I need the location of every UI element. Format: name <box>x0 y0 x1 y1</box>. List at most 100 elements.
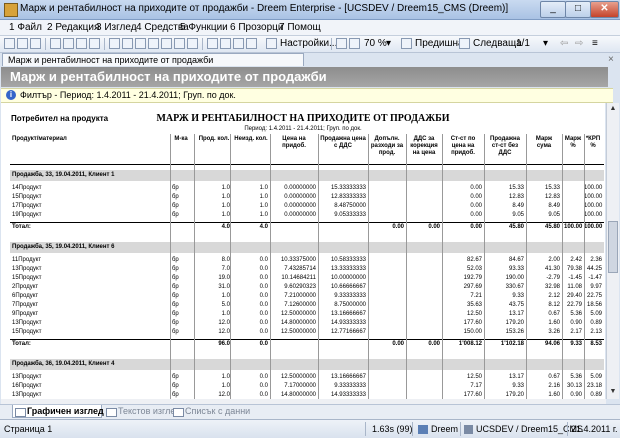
table-icon[interactable] <box>233 38 244 49</box>
report-title: МАРЖ И РЕНТАБИЛНОСТ НА ПРИХОДИТЕ ОТ ПРОД… <box>156 113 450 124</box>
save-icon[interactable] <box>30 38 41 49</box>
tab-text-view[interactable]: Текстов изглед <box>104 405 180 418</box>
table-cell: 179.20 <box>505 392 524 398</box>
chevron-down-icon[interactable]: ▾ <box>543 38 548 49</box>
table-cell: 192.79 <box>463 275 482 281</box>
new-icon[interactable] <box>4 38 15 49</box>
menu-view[interactable]: 3 Изглед <box>96 22 137 33</box>
table-cell: 0.00 <box>392 341 404 347</box>
total-row: Тотал: 4.0 4.0 0.00 0.00 0.00 45.80 45.80 100.00… <box>10 222 604 232</box>
chevron-down-icon[interactable]: ▾ <box>386 38 391 49</box>
table-cell: 0.0 <box>259 257 268 263</box>
scroll-down-icon[interactable]: ▼ <box>608 387 618 397</box>
table-cell: 7Продукт <box>12 302 39 308</box>
table-cell: 0.0 <box>259 392 268 398</box>
table-cell: 10.33375000 <box>280 257 316 263</box>
table-cell: 0.00 <box>428 341 440 347</box>
table-cell: 0.00 <box>470 194 482 200</box>
table-cell: 100.00 <box>584 203 603 209</box>
document-tab[interactable]: Марж и рентабилност на приходите от прод… <box>2 53 304 66</box>
close-button[interactable]: ✕ <box>590 1 619 18</box>
table-cell: 13Продукт <box>12 392 42 398</box>
column-divider <box>318 134 319 399</box>
title-bar: Марж и рентабилност на приходите от прод… <box>0 0 620 20</box>
tab-data-list[interactable]: Списък с данни <box>171 405 250 418</box>
table-cell: 8.0 <box>221 257 230 263</box>
table-cell: 0.0 <box>259 275 268 281</box>
preview-icon[interactable] <box>122 38 133 49</box>
grid-icon[interactable] <box>207 38 218 49</box>
table-cell: 0.67 <box>548 311 560 317</box>
table-cell: 177.60 <box>463 320 482 326</box>
table-cell: 0.00000000 <box>284 185 316 191</box>
table-cell: 14.93333333 <box>330 392 366 398</box>
zoom-select[interactable]: 70 % <box>364 38 387 49</box>
zoom-in-icon[interactable] <box>336 38 347 49</box>
table-cell: 12.0 <box>218 320 230 326</box>
settings-icon[interactable] <box>266 38 277 49</box>
table-cell: 7.17000000 <box>284 383 316 389</box>
table-cell: 8.53 <box>590 341 602 347</box>
cut-icon[interactable] <box>50 38 61 49</box>
menu-file[interactable]: 1 Файл <box>9 22 42 33</box>
find-icon[interactable] <box>187 38 198 49</box>
status-date: 21.4.2011 г. <box>571 424 618 434</box>
page-title: Марж и рентабилност на приходите от прод… <box>1 67 608 87</box>
close-icon[interactable]: × <box>608 54 614 65</box>
table-cell: 10.14684211 <box>281 275 316 281</box>
next-page-button[interactable]: Следваща <box>473 38 522 49</box>
table-cell: 1.60 <box>548 392 560 398</box>
zoom-out-icon[interactable] <box>349 38 360 49</box>
scrollbar-thumb[interactable] <box>608 221 618 273</box>
scroll-up-icon[interactable]: ▲ <box>608 104 618 114</box>
first-page-icon[interactable] <box>401 38 412 49</box>
table-cell: 15.33 <box>544 185 560 191</box>
chart-icon[interactable] <box>220 38 231 49</box>
open-icon[interactable] <box>17 38 28 49</box>
copy-icon[interactable] <box>63 38 74 49</box>
table-cell: 153.26 <box>505 329 524 335</box>
maximize-button[interactable]: □ <box>565 1 591 18</box>
paste-icon[interactable] <box>76 38 87 49</box>
column-divider <box>406 134 407 399</box>
minimize-button[interactable]: _ <box>540 1 566 18</box>
columns-icon[interactable] <box>246 38 257 49</box>
vertical-scrollbar[interactable]: ▲ ▼ <box>606 103 619 399</box>
tab-graphic-view[interactable]: Графичен изглед <box>12 405 104 418</box>
table-cell: 1.60 <box>548 320 560 326</box>
toolbar-separator <box>202 38 203 50</box>
filter-icon[interactable] <box>161 38 172 49</box>
export-icon[interactable] <box>135 38 146 49</box>
print-icon[interactable] <box>109 38 120 49</box>
table-cell: 11.08 <box>567 284 582 290</box>
filter-bar: i Филтър - Период: 1.4.2011 - 21.4.2011;… <box>1 88 613 103</box>
toolbar-options-icon[interactable]: ≡ <box>592 38 598 49</box>
table-cell: бр <box>172 194 179 200</box>
table-cell: 12.83 <box>508 194 524 200</box>
table-cell: 45.80 <box>544 224 560 230</box>
back-arrow-icon[interactable]: ⇦ <box>560 38 568 49</box>
page-indicator[interactable]: 1/1 <box>516 38 530 49</box>
table-cell: 15Продукт <box>12 275 42 281</box>
table-cell: 100.00 <box>584 212 603 218</box>
menu-help[interactable]: 7 Помощ <box>279 22 321 33</box>
menu-windows[interactable]: 6 Прозорци <box>230 22 283 33</box>
table-cell: бр <box>172 257 179 263</box>
table-cell: 43.75 <box>508 302 524 308</box>
refresh-icon[interactable] <box>148 38 159 49</box>
table-cell: 0.00 <box>470 185 482 191</box>
previous-page-button[interactable]: Предишна <box>415 38 464 49</box>
table-cell: 0.00 <box>428 224 440 230</box>
table-row: 15Продукт бр 12.0 0.0 12.50000000 12.77166667… <box>10 328 604 337</box>
forward-arrow-icon[interactable]: ⇨ <box>575 38 583 49</box>
table-cell: 1.0 <box>259 212 268 218</box>
report-header-row: Продукт/материал М-ка Прод. кол. Неизд. кол… <box>10 134 604 165</box>
next-page-icon[interactable] <box>459 38 470 49</box>
sort-icon[interactable] <box>174 38 185 49</box>
menu-edit[interactable]: 2 Редакция <box>47 22 99 33</box>
table-cell: 15.33 <box>508 185 524 191</box>
settings-button[interactable]: Настройки... <box>280 38 337 49</box>
menu-functions[interactable]: 5 Функции <box>180 22 228 33</box>
column-header: Продукт/материал <box>12 136 67 142</box>
delete-icon[interactable] <box>89 38 100 49</box>
